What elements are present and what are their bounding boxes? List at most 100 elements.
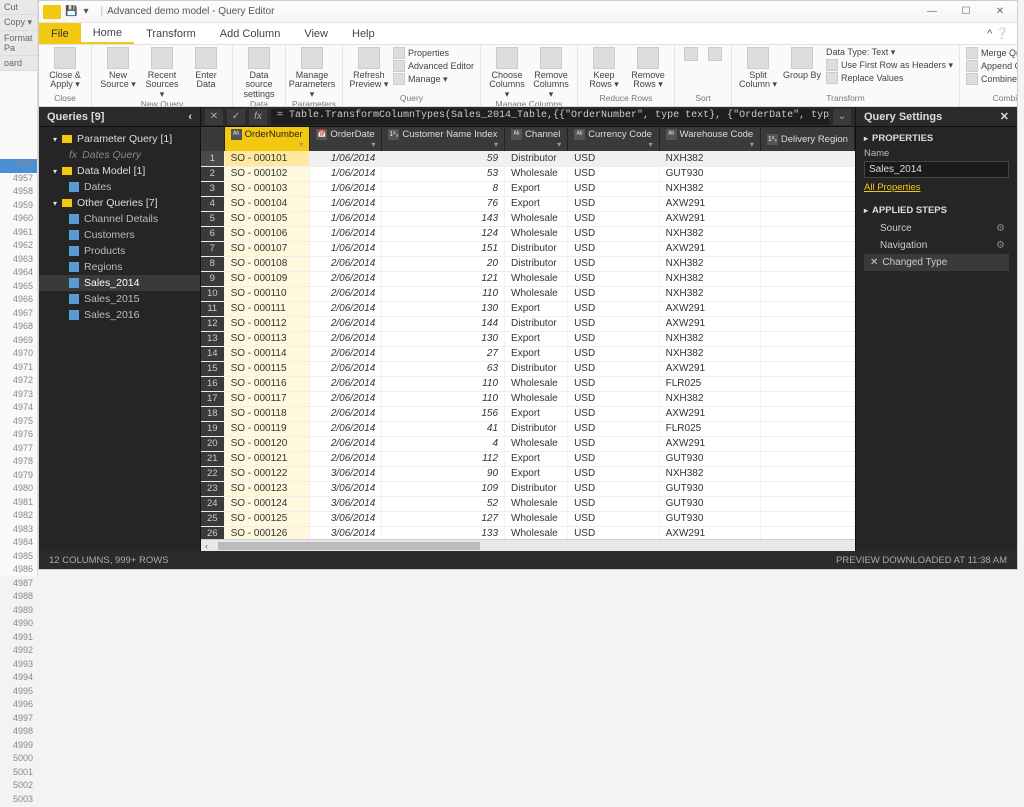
query-dates-query[interactable]: fxDates Query [39,147,200,163]
query-group-parameter[interactable]: ▾Parameter Query [1] [39,131,200,147]
table-row[interactable]: 19SO - 0001192/06/201441DistributorUSDFL… [201,421,855,436]
col-customer-index[interactable]: 1²₃Customer Name Index▾ [382,127,505,151]
formula-expand-button[interactable]: ⌄ [833,109,851,125]
table-row[interactable]: 24SO - 0001243/06/201452WholesaleUSDGUT9… [201,496,855,511]
table-row[interactable]: 17SO - 0001172/06/2014110WholesaleUSDNXH… [201,391,855,406]
table-row[interactable]: 11SO - 0001112/06/2014130ExportUSDAXW291 [201,301,855,316]
properties-button[interactable]: Properties [393,47,474,59]
properties-section-header[interactable]: PROPERTIES [864,133,1009,144]
tab-help[interactable]: Help [340,23,387,44]
col-ordernumber[interactable]: ᴬᵇOrderNumber▾ [224,127,310,151]
table-row[interactable]: 15SO - 0001152/06/201463DistributorUSDAX… [201,361,855,376]
table-row[interactable]: 26SO - 0001263/06/2014133WholesaleUSDAXW… [201,526,855,539]
table-row[interactable]: 25SO - 0001253/06/2014127WholesaleUSDGUT… [201,511,855,526]
gear-icon[interactable]: ⚙ [996,223,1005,234]
refresh-preview-button[interactable]: Refresh Preview ▾ [349,47,389,90]
query-dates[interactable]: Dates [39,179,200,195]
query-name-input[interactable] [864,161,1009,178]
table-row[interactable]: 22SO - 0001223/06/201490ExportUSDNXH382 [201,466,855,481]
data-type-button[interactable]: Data Type: Text ▾ [826,47,953,58]
table-row[interactable]: 7SO - 0001071/06/2014151DistributorUSDAX… [201,241,855,256]
close-settings-icon[interactable]: ✕ [1000,110,1009,123]
col-channel[interactable]: ᴬᵇChannel▾ [505,127,568,151]
merge-queries-button[interactable]: Merge Queries ▾ [966,47,1017,59]
remove-rows-button[interactable]: Remove Rows ▾ [628,47,668,90]
query-sales-2015[interactable]: Sales_2015 [39,291,200,307]
sort-desc-button[interactable] [705,47,725,61]
dropdown-icon[interactable]: ▾ [83,6,88,17]
col-delivery-region[interactable]: 1²₃Delivery Region [760,127,854,151]
tab-home[interactable]: Home [81,23,134,44]
minimize-button[interactable]: — [915,1,949,23]
query-sales-2014[interactable]: Sales_2014 [39,275,200,291]
tab-transform[interactable]: Transform [134,23,208,44]
table-row[interactable]: 16SO - 0001162/06/2014110WholesaleUSDFLR… [201,376,855,391]
keep-rows-button[interactable]: Keep Rows ▾ [584,47,624,90]
combine-files-button[interactable]: Combine Files [966,73,1017,85]
data-grid[interactable]: ᴬᵇOrderNumber▾ 📅OrderDate▾ 1²₃Customer N… [201,127,855,539]
collapse-queries-icon[interactable]: ‹ [188,111,192,123]
choose-columns-button[interactable]: Choose Columns ▾ [487,47,527,99]
table-row[interactable]: 13SO - 0001132/06/2014130ExportUSDNXH382 [201,331,855,346]
ribbon-help-icon[interactable]: ^ ❔ [987,23,1017,44]
close-button[interactable]: ✕ [983,1,1017,23]
first-row-headers-button[interactable]: Use First Row as Headers ▾ [826,59,953,71]
tab-view[interactable]: View [292,23,340,44]
table-row[interactable]: 21SO - 0001212/06/2014112ExportUSDGUT930 [201,451,855,466]
gear-icon[interactable]: ⚙ [996,240,1005,251]
group-by-button[interactable]: Group By [782,47,822,80]
save-icon[interactable]: 💾 [65,6,77,17]
horizontal-scrollbar[interactable]: ‹ [201,539,855,551]
close-apply-button[interactable]: Close & Apply ▾ [45,47,85,90]
col-orderdate[interactable]: 📅OrderDate▾ [310,127,382,151]
table-row[interactable]: 3SO - 0001031/06/20148ExportUSDNXH382 [201,181,855,196]
step-navigation[interactable]: Navigation⚙ [864,237,1009,254]
append-queries-button[interactable]: Append Queries ▾ [966,60,1017,72]
query-customers[interactable]: Customers [39,227,200,243]
formula-fx-button[interactable]: fx [249,109,267,125]
formula-accept-button[interactable]: ✓ [227,109,245,125]
col-warehouse[interactable]: ᴬᵇWarehouse Code▾ [659,127,760,151]
all-properties-link[interactable]: All Properties [864,182,1009,193]
table-row[interactable]: 23SO - 0001233/06/2014109DistributorUSDG… [201,481,855,496]
table-row[interactable]: 8SO - 0001082/06/201420DistributorUSDNXH… [201,256,855,271]
manage-button[interactable]: Manage ▾ [393,73,474,85]
col-rownum[interactable] [201,127,224,151]
table-row[interactable]: 4SO - 0001041/06/201476ExportUSDAXW291 [201,196,855,211]
recent-sources-button[interactable]: Recent Sources ▾ [142,47,182,99]
manage-parameters-button[interactable]: Manage Parameters ▾ [292,47,332,99]
table-row[interactable]: 6SO - 0001061/06/2014124WholesaleUSDNXH3… [201,226,855,241]
table-row[interactable]: 1SO - 0001011/06/201459DistributorUSDNXH… [201,151,855,166]
query-group-other[interactable]: ▾Other Queries [7] [39,195,200,211]
col-currency[interactable]: ᴬᵇCurrency Code▾ [568,127,660,151]
query-sales-2016[interactable]: Sales_2016 [39,307,200,323]
query-group-data-model[interactable]: ▾Data Model [1] [39,163,200,179]
formula-input[interactable]: = Table.TransformColumnTypes(Sales_2014_… [271,109,829,125]
tab-file[interactable]: File [39,23,81,44]
query-regions[interactable]: Regions [39,259,200,275]
query-channel-details[interactable]: Channel Details [39,211,200,227]
maximize-button[interactable]: ☐ [949,1,983,23]
table-row[interactable]: 18SO - 0001182/06/2014156ExportUSDAXW291 [201,406,855,421]
step-changed-type[interactable]: ✕Changed Type [864,254,1009,271]
query-products[interactable]: Products [39,243,200,259]
data-source-settings-button[interactable]: Data source settings [239,47,279,99]
table-row[interactable]: 2SO - 0001021/06/201453WholesaleUSDGUT93… [201,166,855,181]
table-row[interactable]: 12SO - 0001122/06/2014144DistributorUSDA… [201,316,855,331]
enter-data-button[interactable]: Enter Data [186,47,226,90]
table-row[interactable]: 9SO - 0001092/06/2014121WholesaleUSDNXH3… [201,271,855,286]
table-row[interactable]: 14SO - 0001142/06/201427ExportUSDNXH382 [201,346,855,361]
replace-values-button[interactable]: Replace Values [826,72,953,84]
new-source-button[interactable]: New Source ▾ [98,47,138,90]
sort-asc-button[interactable] [681,47,701,61]
step-source[interactable]: Source⚙ [864,220,1009,237]
table-row[interactable]: 10SO - 0001102/06/2014110WholesaleUSDNXH… [201,286,855,301]
table-row[interactable]: 20SO - 0001202/06/20144WholesaleUSDAXW29… [201,436,855,451]
applied-steps-header[interactable]: APPLIED STEPS [864,205,1009,216]
remove-columns-button[interactable]: Remove Columns ▾ [531,47,571,99]
table-row[interactable]: 5SO - 0001051/06/2014143WholesaleUSDAXW2… [201,211,855,226]
tab-add-column[interactable]: Add Column [208,23,293,44]
formula-cancel-button[interactable]: ✕ [205,109,223,125]
split-column-button[interactable]: Split Column ▾ [738,47,778,90]
advanced-editor-button[interactable]: Advanced Editor [393,60,474,72]
